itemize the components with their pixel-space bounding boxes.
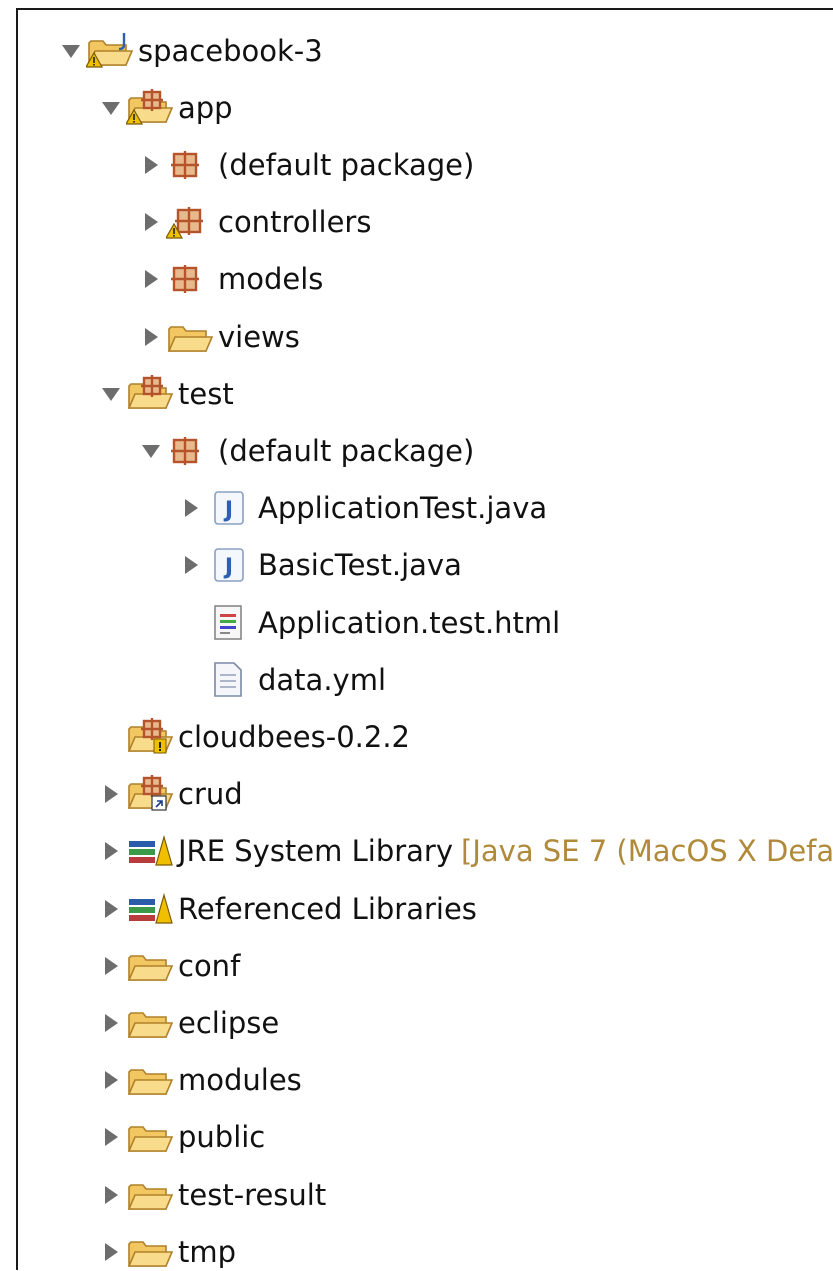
folder-icon: [126, 946, 176, 986]
tree-item-conf[interactable]: conf: [96, 937, 240, 994]
folder-icon: [126, 1117, 176, 1157]
tree-item-label: crud: [178, 777, 243, 812]
html-file-icon: [206, 603, 256, 643]
tree-item-crud[interactable]: crud: [96, 766, 243, 823]
linked-source-folder-warning-icon: [126, 717, 176, 757]
source-folder-warning-icon: [126, 88, 176, 128]
folder-icon: [166, 317, 216, 357]
tree-item-label: public: [178, 1120, 266, 1155]
tree-item-test[interactable]: test: [96, 365, 234, 422]
collapsed-twisty-icon[interactable]: [96, 951, 126, 981]
package-explorer: spacebook-3 app (default package) contro…: [16, 8, 833, 1270]
tree-item-label: cloudbees-0.2.2: [178, 719, 410, 754]
tree-item-default-package[interactable]: (default package): [136, 422, 474, 479]
tree-item-cloudbees-0-2-2[interactable]: cloudbees-0.2.2: [96, 708, 410, 765]
collapsed-twisty-icon[interactable]: [136, 207, 166, 237]
library-icon: [126, 831, 176, 871]
tree-item-label: eclipse: [178, 1005, 280, 1040]
tree-item-tmp[interactable]: tmp: [96, 1223, 236, 1270]
tree-item-jre-system-library[interactable]: JRE System Library [Java SE 7 (MacOS X De…: [96, 823, 833, 880]
svg-text:J: J: [223, 498, 233, 523]
tree-item-label: Referenced Libraries: [178, 891, 477, 926]
folder-icon: [126, 1060, 176, 1100]
tree-item-models[interactable]: models: [136, 251, 323, 308]
tree-item-public[interactable]: public: [96, 1109, 265, 1166]
tree-item-label: test-result: [178, 1177, 327, 1212]
tree-item-data-yml[interactable]: data.yml: [176, 651, 386, 708]
collapsed-twisty-icon[interactable]: [136, 322, 166, 352]
linked-source-folder-icon: [126, 774, 176, 814]
java-project-warning-icon: [86, 31, 136, 71]
tree-item-label: conf: [178, 948, 241, 983]
tree-item-basictest-java[interactable]: J BasicTest.java: [176, 537, 462, 594]
collapsed-twisty-icon[interactable]: [96, 1237, 126, 1267]
expanded-twisty-icon[interactable]: [56, 36, 86, 66]
tree-item-label: Application.test.html: [258, 605, 561, 640]
tree-item-label: ApplicationTest.java: [258, 491, 548, 526]
tree-item-label: controllers: [218, 205, 372, 240]
java-file-icon: J: [206, 488, 256, 528]
collapsed-twisty-icon[interactable]: [96, 779, 126, 809]
folder-icon: [126, 1175, 176, 1215]
tree-item-referenced-libraries[interactable]: Referenced Libraries: [96, 880, 477, 937]
collapsed-twisty-icon[interactable]: [136, 264, 166, 294]
tree-item-test-result[interactable]: test-result: [96, 1166, 326, 1223]
java-file-icon: J: [206, 545, 256, 585]
tree-item-application-test-html[interactable]: Application.test.html: [176, 594, 560, 651]
tree-item-label: test: [178, 376, 234, 411]
source-folder-icon: [126, 374, 176, 414]
folder-icon: [126, 1003, 176, 1043]
tree-item-label: data.yml: [258, 662, 387, 697]
tree-item-label: (default package): [218, 433, 475, 468]
collapsed-twisty-icon[interactable]: [96, 894, 126, 924]
tree-item-label: BasicTest.java: [258, 548, 462, 583]
tree-item-label: app: [178, 90, 233, 125]
collapsed-twisty-icon[interactable]: [176, 550, 206, 580]
tree-item-app[interactable]: app: [96, 79, 233, 136]
svg-text:J: J: [223, 555, 233, 580]
tree-item-applicationtest-java[interactable]: J ApplicationTest.java: [176, 480, 547, 537]
collapsed-twisty-icon[interactable]: [96, 836, 126, 866]
tree-item-spacebook-3[interactable]: spacebook-3: [56, 22, 323, 79]
tree-item-label: tmp: [178, 1234, 237, 1269]
collapsed-twisty-icon[interactable]: [96, 1065, 126, 1095]
collapsed-twisty-icon[interactable]: [176, 493, 206, 523]
tree-item-views[interactable]: views: [136, 308, 300, 365]
tree-item-decoration: [Java SE 7 (MacOS X Default)]: [461, 834, 833, 869]
tree-item-label: (default package): [218, 147, 475, 182]
collapsed-twisty-icon[interactable]: [136, 150, 166, 180]
expanded-twisty-icon[interactable]: [96, 379, 126, 409]
tree-item-modules[interactable]: modules: [96, 1052, 302, 1109]
package-icon: [166, 431, 216, 471]
package-icon: [166, 259, 216, 299]
expanded-twisty-icon[interactable]: [136, 436, 166, 466]
library-icon: [126, 889, 176, 929]
tree-item-label: models: [218, 262, 324, 297]
folder-icon: [126, 1232, 176, 1270]
collapsed-twisty-icon[interactable]: [96, 1122, 126, 1152]
tree-item-controllers[interactable]: controllers: [136, 194, 371, 251]
tree-item-label: JRE System Library: [178, 834, 454, 869]
collapsed-twisty-icon[interactable]: [96, 1180, 126, 1210]
tree-item-eclipse[interactable]: eclipse: [96, 994, 279, 1051]
package-warning-icon: [166, 202, 216, 242]
tree-item-label: spacebook-3: [138, 33, 323, 68]
tree-item-default-package[interactable]: (default package): [136, 136, 474, 193]
collapsed-twisty-icon[interactable]: [96, 1008, 126, 1038]
text-file-icon: [206, 660, 256, 700]
tree-item-label: modules: [178, 1063, 302, 1098]
package-icon: [166, 145, 216, 185]
expanded-twisty-icon[interactable]: [96, 93, 126, 123]
tree-item-label: views: [218, 319, 300, 354]
